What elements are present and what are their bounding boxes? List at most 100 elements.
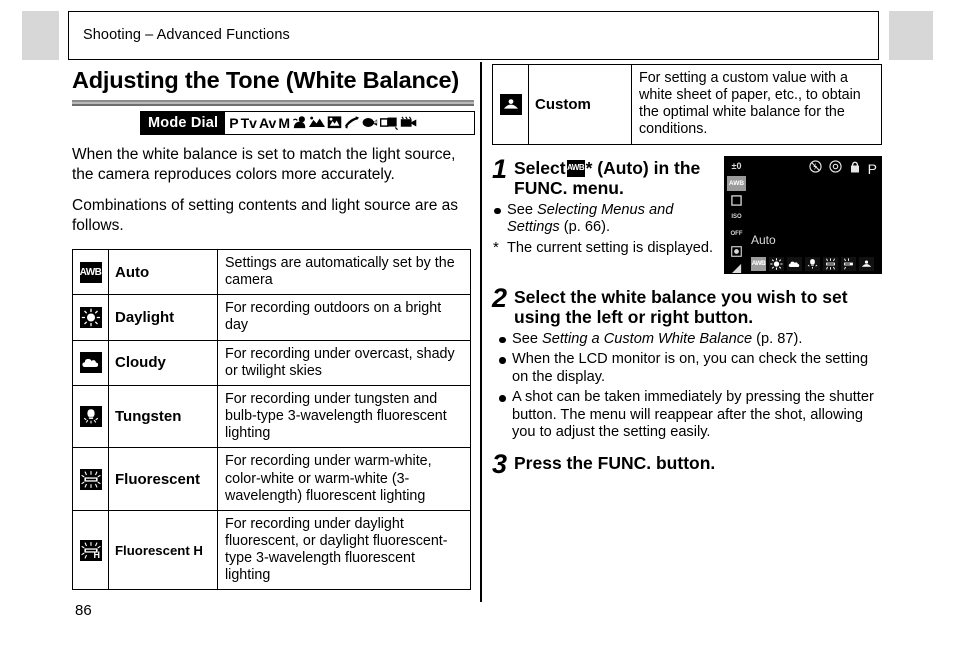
awb-inline-icon: AWB <box>566 159 585 177</box>
step-1-bullets: See Selecting Menus and Settings (p. 66)… <box>492 202 720 258</box>
wb-name-cell: Custom <box>528 64 632 145</box>
wb-icon-cell <box>72 294 109 341</box>
lcd-status-icons: P <box>809 160 877 179</box>
drive-mode-single-icon <box>727 193 746 208</box>
bullet-3-plain: A shot can be taken immediately by press… <box>512 389 874 441</box>
lcd-screen-illustration: ±0 AWB ISO OFF P Auto AWB <box>724 155 882 274</box>
bullet-1-plain: See <box>512 330 543 347</box>
mode-dial-strip: Mode Dial P Tv Av M <box>140 110 475 135</box>
wb-icon-cell <box>72 384 109 449</box>
daylight-strip-icon <box>769 256 784 271</box>
wb-desc-cell: For recording under daylight fluorescent… <box>217 509 471 591</box>
bullet-1-plain: See <box>507 201 538 218</box>
step-1-number: 1 <box>492 153 508 184</box>
step-2-title: Select the white balance you wish to set… <box>514 286 848 328</box>
list-item: The current setting is displayed. <box>492 239 720 258</box>
running-header-box: Shooting – Advanced Functions <box>68 11 879 60</box>
wb-name-cell: Daylight <box>108 294 218 341</box>
lcd-white-balance-strip: AWB <box>751 256 874 271</box>
table-row: Cloudy For recording under overcast, sha… <box>72 339 471 386</box>
page-title: Adjusting the Tone (White Balance) <box>72 67 460 93</box>
bullet-2-plain: The current setting is displayed. <box>507 239 714 256</box>
awb-inline-icon-text: AWB <box>566 163 585 173</box>
step-1-text: 1 Select AWB * (Auto) in the FUNC. menu. S… <box>492 153 720 258</box>
exposure-compensation-icon: ±0 <box>727 159 746 174</box>
step-2: 2 Select the white balance you wish to s… <box>492 282 884 442</box>
step-2-bullets: See Setting a Custom White Balance (p. 8… <box>497 331 884 442</box>
wb-icon-cell: AWB <box>72 248 109 296</box>
macro-icon <box>849 160 861 179</box>
column-divider <box>480 62 482 602</box>
step-3: 3 Press the FUNC. button. <box>492 448 884 479</box>
photo-effect-icon <box>727 244 746 259</box>
running-header-text: Shooting – Advanced Functions <box>83 27 290 43</box>
white-balance-icon: AWB <box>727 175 746 191</box>
table-row: AWB Auto Settings are automatically set … <box>72 248 471 296</box>
page-tab-left <box>22 11 59 60</box>
cloudy-strip-icon <box>787 256 802 271</box>
awb-icon-text: AWB <box>79 266 102 278</box>
flash-exposure-off-icon: OFF <box>727 227 746 242</box>
wb-name-cell: Fluorescent H <box>108 509 218 591</box>
flash-off-icon <box>809 160 822 178</box>
wb-desc-cell: For recording under overcast, shady or t… <box>217 339 471 386</box>
exposure-compensation-value: ±0 <box>731 161 742 172</box>
awb-icon: AWB <box>79 261 102 283</box>
cloudy-icon <box>79 352 102 374</box>
slow-shutter-mode-icon <box>362 115 378 130</box>
iso-speed-icon: ISO <box>727 210 746 225</box>
manual-page: Shooting – Advanced Functions Adjusting … <box>0 0 954 645</box>
lcd-selected-label: Auto <box>751 232 776 247</box>
wb-desc-cell: For recording outdoors on a bright day <box>217 294 471 341</box>
wb-icon-cell <box>492 64 529 145</box>
custom-wb-table: Custom For setting a custom value with a… <box>492 64 882 145</box>
wb-name-cell: Tungsten <box>108 384 218 449</box>
table-row: Fluorescent For recording under warm-whi… <box>72 447 471 511</box>
step-2-number: 2 <box>492 282 508 313</box>
wb-icon-cell <box>72 447 109 511</box>
intro-paragraph-2: Combinations of setting contents and lig… <box>72 197 459 235</box>
table-row: H Fluorescent H For recording under dayl… <box>72 509 471 591</box>
table-row: Custom For setting a custom value with a… <box>492 64 882 145</box>
metering-icon <box>829 160 842 178</box>
wb-desc-cell: For recording under tungsten and bulb-ty… <box>217 384 471 449</box>
bullet-1-tail: (p. 87). <box>752 330 803 347</box>
wb-name-cell: Fluorescent <box>108 447 218 511</box>
white-balance-value: AWB <box>728 179 745 187</box>
fluorescent-strip-icon <box>823 256 838 271</box>
tungsten-icon <box>79 406 102 428</box>
fluorescent-icon <box>79 468 102 490</box>
table-row: Tungsten For recording under tungsten an… <box>72 384 471 449</box>
bullet-2-plain: When the LCD monitor is on, you can chec… <box>512 351 869 385</box>
fluorescent-h-letter: H <box>93 549 101 560</box>
shooting-mode-label: P <box>867 161 877 178</box>
portrait-mode-icon <box>292 115 307 130</box>
mode-tv-label: Tv <box>240 114 257 131</box>
tungsten-strip-icon <box>805 256 820 271</box>
page-number: 86 <box>75 602 92 619</box>
mode-p-label: P <box>229 114 239 131</box>
bullet-1-tail: (p. 66). <box>559 219 611 236</box>
wb-icon-cell: H <box>72 509 109 591</box>
bullet-1-italic: Setting a Custom White Balance <box>542 330 753 347</box>
step-1-title-before: Select <box>514 157 566 178</box>
list-item: A shot can be taken immediately by press… <box>497 389 884 442</box>
custom-wb-icon <box>499 93 522 115</box>
table-row: Daylight For recording outdoors on a bri… <box>72 294 471 341</box>
fast-shutter-mode-icon <box>344 115 360 130</box>
lcd-func-menu-column: ±0 AWB ISO OFF <box>727 159 747 273</box>
wb-desc-cell: Settings are automatically set by the ca… <box>217 248 471 296</box>
intro-paragraph-1: When the white balance is set to match t… <box>72 145 456 183</box>
list-item: See Selecting Menus and Settings (p. 66)… <box>492 202 720 237</box>
awb-strip-text: AWB <box>751 260 766 268</box>
white-balance-table: AWB Auto Settings are automatically set … <box>72 248 471 591</box>
daylight-sun-icon <box>79 306 102 328</box>
image-quality-superfine-icon <box>727 261 746 273</box>
wb-icon-cell <box>72 339 109 386</box>
custom-strip-icon <box>859 256 874 271</box>
step-3-number: 3 <box>492 448 508 479</box>
list-item: See Setting a Custom White Balance (p. 8… <box>497 331 884 349</box>
list-item: When the LCD monitor is on, you can chec… <box>497 351 884 386</box>
flash-exposure-value: OFF <box>730 231 743 238</box>
step-1-title: Select AWB * (Auto) in the FUNC. menu. <box>514 158 720 199</box>
